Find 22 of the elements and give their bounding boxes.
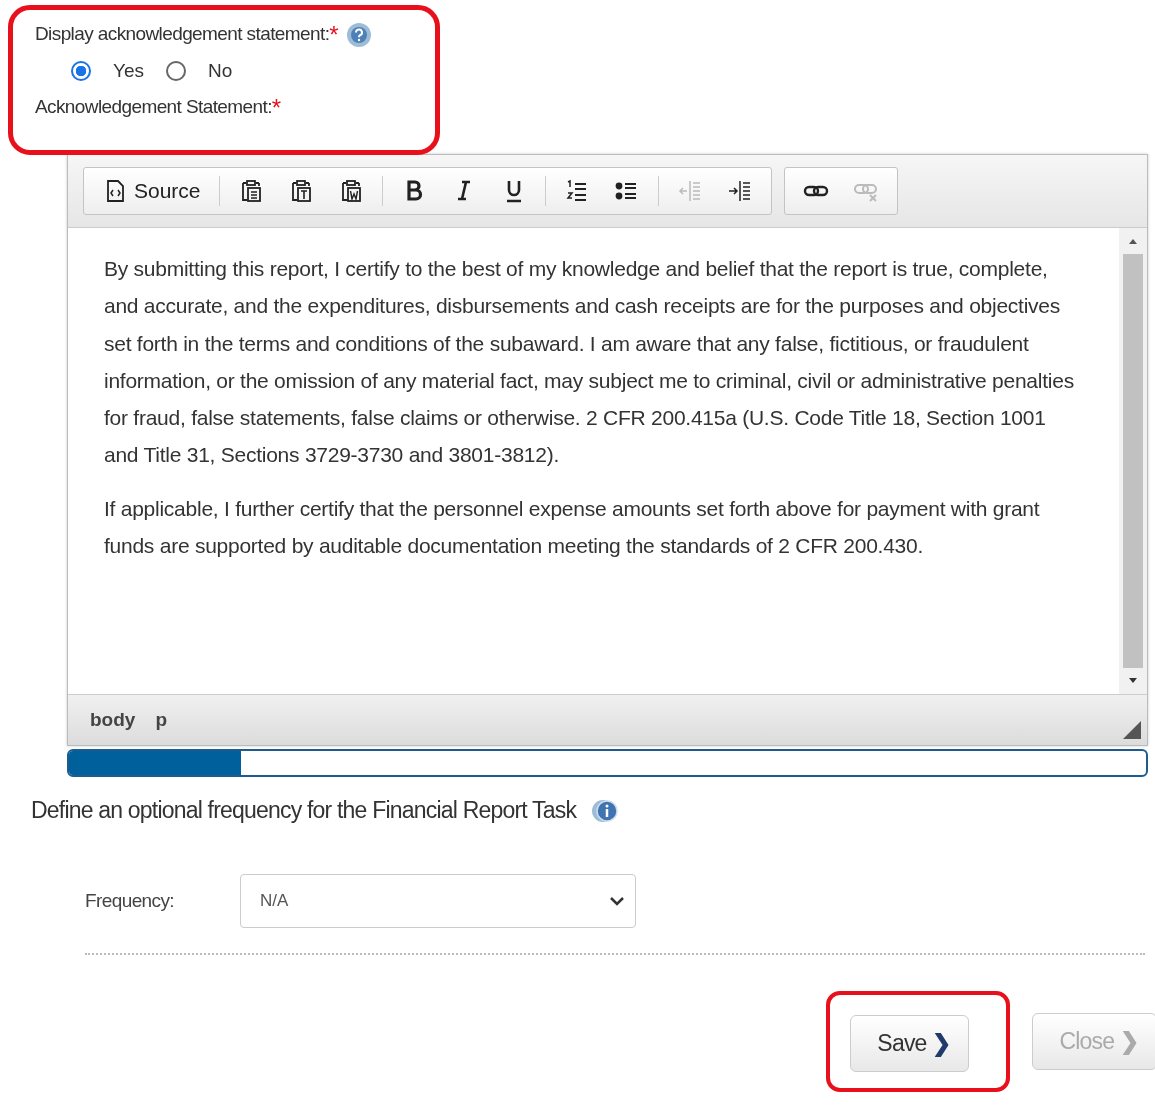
radio-button[interactable] bbox=[71, 61, 91, 81]
source-button[interactable]: Source bbox=[90, 172, 213, 210]
element-path-item[interactable]: body bbox=[90, 709, 136, 731]
chevron-down-icon bbox=[609, 896, 625, 906]
scrollbar[interactable] bbox=[1119, 228, 1147, 694]
section-title: Define an optional frequency for the Financial Report Task bbox=[31, 797, 577, 824]
element-path-item[interactable]: p bbox=[155, 709, 167, 731]
statement-paragraph: By submitting this report, I certify to the best of my knowledge and belief that the report is true, complete, and accurate, and the expenditures, disbursements and cash receipts are for the purposes and objectives set forth in the terms and conditions of the subaward. I am aware that any false, fictitious, or fraudulent information, or the omission of any material fact, may subject me to criminal, civil or administrative penalties for fraud, false statements, false claims or otherwise. 2 CFR 200.415a (U.S. Code Title 18, Section 1001 and Title 31, Sections 3729-3730 and 3801-3812). bbox=[104, 256, 1075, 469]
field-label: Display acknowledgement statement:* bbox=[35, 23, 339, 47]
resize-handle-icon[interactable] bbox=[1123, 721, 1141, 739]
info-icon[interactable] bbox=[590, 797, 621, 824]
action-button[interactable]: Save ❯ bbox=[850, 1015, 970, 1072]
radio-label: No bbox=[208, 60, 233, 82]
field-label: Acknowledgement Statement:* bbox=[35, 96, 281, 117]
outdent-icon bbox=[676, 178, 703, 204]
radio-label: Yes bbox=[113, 60, 144, 82]
indent-icon bbox=[726, 178, 753, 204]
frequency-dropdown[interactable]: N/A bbox=[240, 874, 636, 928]
help-icon[interactable] bbox=[346, 22, 373, 48]
statement-paragraph: If applicable, I further certify that the personnel expense amounts set forth above for payment with grant funds are supported by auditable documentation meeting the standards of 2 CFR 200.430. bbox=[104, 495, 1041, 560]
field-label: Frequency: bbox=[85, 890, 176, 912]
radio-button[interactable] bbox=[166, 61, 186, 81]
